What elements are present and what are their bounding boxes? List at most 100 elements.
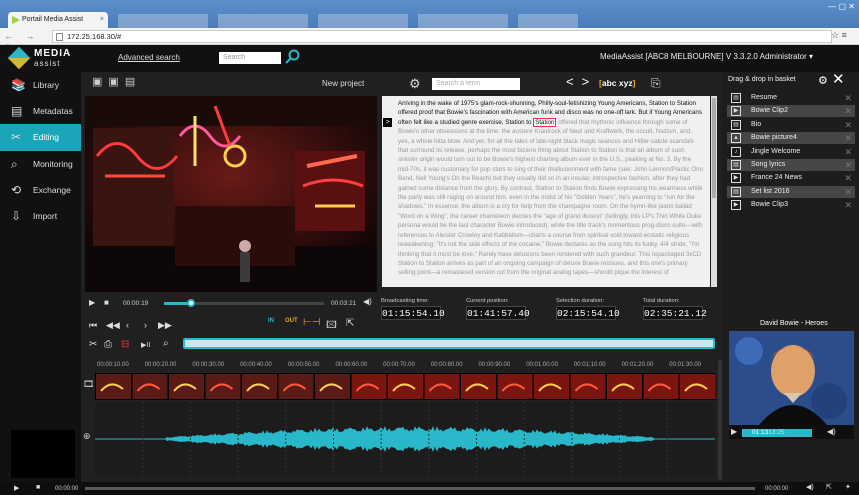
text-case-toggle[interactable]: [abc xyz]: [599, 78, 635, 88]
ruler-tick: 00:00:10.00: [97, 362, 129, 368]
bottom-volume-icon[interactable]: ◀): [806, 483, 814, 491]
new-window-icon[interactable]: ▣: [92, 76, 108, 88]
remove-item-icon[interactable]: ✕: [844, 186, 852, 198]
import-icon: ⇩: [11, 209, 22, 223]
zoom-icon[interactable]: ⌕: [163, 338, 169, 349]
ruler-tick: 00:01:10.00: [573, 362, 606, 368]
thumbnail-image[interactable]: [729, 331, 854, 425]
page-icon: [56, 33, 63, 41]
tab-close-icon[interactable]: ×: [100, 12, 104, 28]
ruler-tick: 00:01:20.00: [621, 362, 654, 368]
search-input[interactable]: Search: [219, 52, 281, 64]
basket-item[interactable]: ▤ Song lyrics ✕: [727, 159, 855, 171]
sidebar-item-metadatas[interactable]: ▤ Metadatas: [0, 98, 81, 124]
cut-icon[interactable]: ✂: [89, 339, 97, 350]
video-preview[interactable]: [85, 96, 377, 292]
transcript-panel[interactable]: Arriving in the wake of 1975's glam-rock…: [382, 96, 710, 287]
delete-icon[interactable]: ⊟: [121, 339, 129, 350]
step-back-icon[interactable]: ‹: [126, 320, 129, 330]
remove-item-icon[interactable]: ✕: [844, 199, 852, 211]
thumbnail-volume-icon[interactable]: ◀): [827, 427, 836, 436]
document-icon[interactable]: ▤: [125, 76, 141, 88]
thumbnail-total-time: 13:25: [768, 429, 785, 436]
go-start-icon[interactable]: ⏮: [89, 320, 97, 331]
close-icon[interactable]: ✕: [832, 71, 845, 88]
play-segment-icon[interactable]: ▶II: [141, 341, 150, 349]
copy-icon[interactable]: ⎘: [651, 76, 661, 91]
in-marker-button[interactable]: IN: [268, 318, 274, 324]
bottom-star-icon[interactable]: ✦: [845, 483, 851, 491]
nav-buttons[interactable]: ← → C: [4, 30, 48, 53]
volume-icon[interactable]: ◀): [363, 297, 372, 306]
ruler-tick: 00:00:70.00: [383, 362, 415, 368]
gear-icon[interactable]: ⚙: [409, 76, 421, 92]
browser-menu-icons[interactable]: ☆ ≡: [831, 30, 855, 42]
window-controls[interactable]: — ▢ ✕: [805, 2, 855, 12]
sidebar-item-monitoring[interactable]: ⌕ Monitoring: [0, 151, 81, 177]
timeline-selection-bar[interactable]: [183, 338, 715, 349]
sidebar-item-exchange[interactable]: ⟲ Exchange: [0, 177, 81, 203]
remove-item-icon[interactable]: ✕: [844, 146, 852, 158]
basket-item[interactable]: ▲ Bowie picture4 ✕: [727, 132, 855, 145]
remove-item-icon[interactable]: ✕: [844, 105, 852, 117]
basket-item[interactable]: ▶ Bowie Clip2 ✕: [727, 105, 855, 118]
add-to-basket-icon[interactable]: ⚙: [818, 75, 828, 87]
film-frame: [497, 374, 533, 399]
search-icon[interactable]: [285, 49, 301, 65]
user-info[interactable]: MediaAssist [ABC8 MELBOURNE] V 3.3.2.0 A…: [600, 52, 855, 61]
advanced-search-link[interactable]: Advanced search: [118, 53, 180, 62]
thumbnail-play-icon[interactable]: ▶: [731, 427, 737, 436]
audio-track[interactable]: [95, 402, 715, 476]
sidebar-item-editing[interactable]: ✂ Editing: [0, 124, 81, 151]
magnifier-icon: ⌕: [11, 157, 18, 171]
bottom-play-icon[interactable]: ▶: [14, 484, 19, 492]
video-track[interactable]: [95, 373, 715, 400]
save-icon[interactable]: ⎙: [104, 339, 112, 350]
prev-arrow-icon[interactable]: <: [566, 74, 582, 89]
bottom-popout-icon[interactable]: ⇱: [826, 483, 832, 491]
player-total-time: 00:03:21: [331, 300, 357, 307]
basket-item[interactable]: ▤ Resume ✕: [727, 92, 855, 104]
next-arrow-icon[interactable]: >: [582, 74, 598, 89]
video-icon: ▶: [731, 106, 741, 117]
basket-item[interactable]: ♪ Jingle Welcome ✕: [727, 146, 855, 158]
favicon-icon: [12, 16, 20, 24]
help-window-icon[interactable]: ▣: [108, 76, 124, 88]
bottom-progress[interactable]: [85, 487, 755, 490]
transcript-scroll-thumb[interactable]: [712, 98, 716, 198]
basket-item[interactable]: ▤ Bio ✕: [727, 119, 855, 131]
basket-item[interactable]: ▤ Set list 2016 ✕: [727, 185, 855, 198]
browser-tab[interactable]: Portail Media Assist ×: [8, 12, 108, 28]
project-tools: ▣▣▤: [92, 75, 152, 89]
play-icon[interactable]: ▶: [89, 298, 95, 307]
transcript-highlight[interactable]: Station: [533, 117, 557, 127]
film-frame: [388, 374, 423, 399]
rewind-icon[interactable]: ◀◀: [106, 320, 120, 331]
basket-item[interactable]: ▶ France 24 News ✕: [727, 172, 855, 184]
remove-item-icon[interactable]: ✕: [844, 172, 852, 184]
term-search-input[interactable]: Search a term: [432, 78, 520, 90]
sidebar-item-library[interactable]: 📚 Library: [0, 72, 81, 98]
step-forward-icon[interactable]: ›: [144, 320, 147, 330]
image-capture-icon[interactable]: 🖾: [326, 318, 337, 335]
range-icon[interactable]: ⊢⊣: [303, 317, 320, 328]
video-icon: ▶: [731, 200, 741, 211]
remove-item-icon[interactable]: ✕: [844, 92, 852, 104]
sidebar-item-import[interactable]: ⇩ Import: [0, 203, 81, 229]
export-icon[interactable]: ⇱: [346, 318, 354, 329]
remove-item-icon[interactable]: ✕: [844, 132, 852, 144]
image-icon: ▲: [731, 133, 741, 144]
basket-item[interactable]: ▶ Bowie Clip3 ✕: [727, 199, 855, 211]
out-marker-button[interactable]: OUT: [285, 318, 298, 324]
music-icon: ♪: [731, 146, 741, 157]
film-frame: [169, 374, 204, 399]
bottom-stop-icon[interactable]: ■: [36, 484, 40, 491]
ruler-tick: 00:00:80.00: [430, 362, 463, 368]
stop-icon[interactable]: ■: [104, 298, 109, 307]
film-frame: [315, 374, 350, 399]
remove-item-icon[interactable]: ✕: [844, 119, 852, 131]
thumbnail-progress[interactable]: 01:1313:25: [742, 429, 812, 437]
url-field[interactable]: 172.25.168.30/#: [52, 30, 832, 43]
fast-forward-icon[interactable]: ▶▶: [158, 320, 172, 331]
remove-item-icon[interactable]: ✕: [844, 159, 852, 171]
